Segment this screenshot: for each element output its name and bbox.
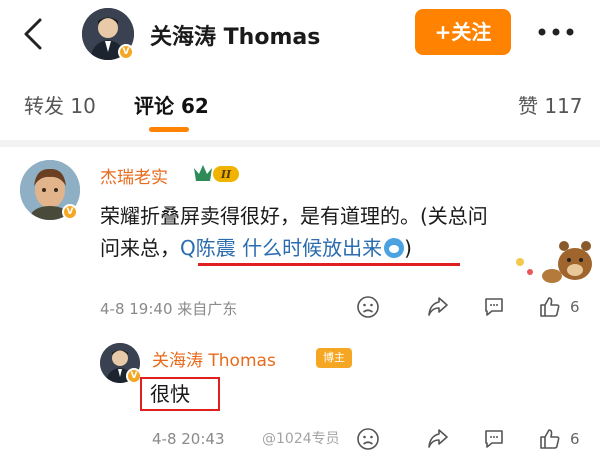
sad-face-icon[interactable] bbox=[356, 295, 380, 319]
like-icon[interactable] bbox=[538, 427, 562, 451]
tab-comments[interactable]: 评论 62 bbox=[134, 90, 209, 119]
commenter-name[interactable]: 杰瑞老实 bbox=[100, 163, 168, 188]
comment-line-1: 荣耀折叠屏卖得很好，是有道理的。(关总问 bbox=[100, 204, 488, 228]
emoji-icon bbox=[384, 238, 405, 258]
crown-level-icon: II bbox=[194, 165, 239, 182]
comment-icon[interactable] bbox=[482, 295, 506, 319]
like-icon[interactable] bbox=[538, 295, 562, 319]
top-bar: V 关海涛 Thomas +关注 bbox=[0, 0, 600, 70]
level-label: II bbox=[220, 168, 232, 181]
tab-bar: 转发 10 评论 62 赞 117 bbox=[0, 80, 600, 132]
section-divider bbox=[0, 140, 600, 147]
author-badge: 博主 bbox=[316, 348, 352, 368]
reply-text: 很快 bbox=[140, 377, 220, 411]
comment-meta: 4-8 19:40 来自广东 bbox=[100, 300, 238, 318]
comment-icon[interactable] bbox=[482, 427, 506, 451]
bear-sticker-icon bbox=[516, 241, 592, 283]
highlight-underline bbox=[198, 263, 460, 266]
page-title: 关海涛 Thomas bbox=[150, 25, 321, 50]
back-arrow-icon[interactable] bbox=[18, 17, 48, 51]
follow-button[interactable]: +关注 bbox=[415, 9, 511, 55]
share-icon[interactable] bbox=[426, 427, 450, 451]
reply-author-name[interactable]: 关海涛 Thomas bbox=[152, 346, 276, 371]
comment-line-2-prefix: 问来总， bbox=[100, 236, 180, 260]
tab-repost[interactable]: 转发 10 bbox=[24, 90, 96, 119]
more-options-icon[interactable] bbox=[536, 20, 576, 44]
active-tab-indicator bbox=[149, 127, 189, 132]
reply-meta: 4-8 20:43 bbox=[152, 430, 225, 448]
comment-like-count: 6 bbox=[570, 298, 580, 316]
reply-like-count: 6 bbox=[570, 430, 580, 448]
verified-badge-icon: V bbox=[62, 204, 78, 220]
share-icon[interactable] bbox=[426, 295, 450, 319]
tab-likes[interactable]: 赞 117 bbox=[518, 90, 583, 119]
watermark: @1024专员 bbox=[262, 431, 340, 447]
comment-line-2-suffix: ) bbox=[404, 236, 412, 260]
verified-badge-icon: V bbox=[118, 44, 134, 60]
sad-face-icon[interactable] bbox=[356, 427, 380, 451]
search-link[interactable]: Q陈震 什么时候放出来 bbox=[180, 236, 382, 260]
